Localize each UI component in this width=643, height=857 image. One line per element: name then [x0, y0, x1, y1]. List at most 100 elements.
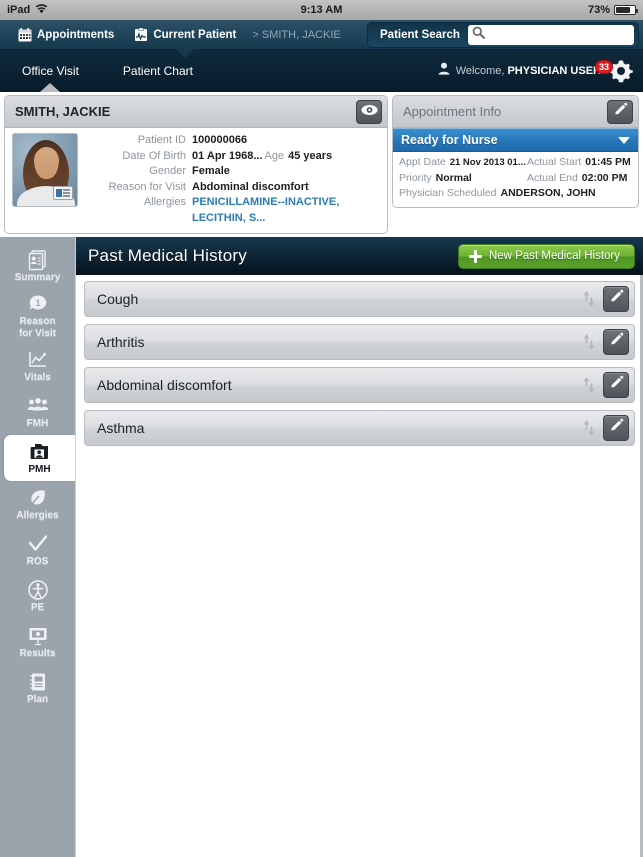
breadcrumb-patient-name: > SMITH, JACKIE: [252, 28, 341, 41]
status-bar-right: 73%: [588, 4, 643, 16]
appointment-card-title: Appointment Info: [403, 104, 502, 119]
search-icon: [472, 26, 485, 44]
sidebar-item-label: Allergies: [16, 510, 59, 521]
main-area: Summary 1 Reason for Visit Vitals FMH PM…: [0, 237, 643, 857]
appointment-card-body: Appt Date 21 Nov 2013 01... Actual Start…: [393, 152, 638, 207]
welcome-user-name: PHYSICIAN USER: [507, 65, 601, 77]
content-header: Past Medical History New Past Medical Hi…: [76, 237, 643, 275]
status-bar-clock: 9:13 AM: [300, 4, 343, 16]
patient-search-input[interactable]: [487, 25, 634, 44]
physician-scheduled-label: Physician Scheduled: [399, 187, 497, 199]
pencil-icon: [609, 418, 624, 438]
pencil-icon: [609, 332, 624, 352]
sidebar-item-plan[interactable]: Plan: [0, 665, 75, 711]
nav-current-patient[interactable]: Current Patient: [124, 20, 246, 58]
field-allergies[interactable]: Allergies PENICILLAMINE--INACTIVE, LECIT…: [88, 195, 381, 226]
allergies-leaf-icon: [27, 487, 49, 509]
past-medical-history-icon: [29, 441, 51, 463]
tab-office-visit-label: Office Visit: [22, 64, 79, 78]
sidebar-item-results[interactable]: Results: [0, 619, 75, 665]
list-item[interactable]: Asthma: [84, 410, 635, 446]
field-label: Reason for Visit: [108, 180, 186, 193]
patient-card-header: SMITH, JACKIE: [5, 96, 387, 128]
patient-search-field[interactable]: [467, 24, 634, 45]
allergies-link[interactable]: PENICILLAMINE--INACTIVE, LECITHIN, S...: [192, 195, 381, 226]
field-value: Female: [192, 165, 230, 177]
view-patient-button[interactable]: [356, 99, 382, 124]
physician-scheduled-value: ANDERSON, JOHN: [500, 187, 596, 199]
sidebar-item-fmh[interactable]: FMH: [0, 389, 75, 435]
notification-badge[interactable]: 33: [594, 60, 613, 74]
appt-date-label: Appt Date: [399, 156, 446, 168]
list-item[interactable]: Arthritis: [84, 324, 635, 360]
sidebar-item-reason-for-visit[interactable]: 1 Reason for Visit: [0, 289, 75, 343]
edit-list-item-button[interactable]: [603, 329, 629, 355]
checkmark-icon: [27, 533, 49, 555]
sidebar-item-allergies[interactable]: Allergies: [0, 481, 75, 527]
field-reason-for-visit: Reason for Visit Abdominal discomfort: [88, 180, 381, 196]
pencil-icon: [609, 289, 624, 309]
appointment-status-label: Ready for Nurse: [401, 133, 498, 147]
new-button-label: New Past Medical History: [488, 250, 620, 262]
person-icon: [438, 62, 450, 80]
sort-updown-icon[interactable]: [582, 375, 596, 395]
results-icon: [27, 625, 49, 647]
caret-down-icon[interactable]: [618, 136, 630, 144]
family-history-icon: [27, 395, 49, 417]
sidebar-item-pe[interactable]: PE: [0, 573, 75, 619]
sidebar-item-label-line2: for Visit: [18, 328, 57, 339]
age-label: Age: [264, 149, 285, 162]
field-value: Abdominal discomfort: [192, 180, 309, 193]
reason-for-visit-icon: 1: [27, 293, 49, 315]
nav-appointments[interactable]: Appointments: [0, 20, 124, 49]
list-item[interactable]: Cough: [84, 281, 635, 317]
sort-updown-icon[interactable]: [582, 289, 596, 309]
sort-updown-icon[interactable]: [582, 418, 596, 438]
patient-photo: [12, 133, 78, 207]
patient-search-label: Patient Search: [380, 28, 460, 41]
vitals-chart-icon: [27, 349, 49, 371]
sidebar-item-pmh[interactable]: PMH: [4, 435, 75, 481]
active-nav-indicator: [176, 49, 195, 58]
list-item-label: Arthritis: [97, 334, 145, 350]
edit-appointment-button[interactable]: [607, 99, 633, 124]
sidebar-item-label: PMH: [28, 464, 51, 475]
patient-fields: Patient ID 100000066 Date Of Birth 01 Ap…: [88, 133, 381, 226]
tab-patient-chart[interactable]: Patient Chart: [101, 50, 215, 92]
list-item-label: Abdominal discomfort: [97, 377, 232, 393]
eye-icon: [361, 103, 378, 121]
appointment-info-card: Appointment Info Ready for Nurse Appt Da…: [392, 95, 639, 208]
welcome-label: Welcome, PHYSICIAN USER: [455, 65, 601, 77]
calendar-icon: [18, 27, 32, 42]
physical-exam-icon: [27, 579, 49, 601]
id-badge-icon: [53, 186, 73, 200]
new-past-medical-history-button[interactable]: New Past Medical History: [457, 243, 635, 269]
patient-info-card: SMITH, JACKIE Patient ID 100000066 Date …: [4, 95, 388, 234]
sidebar-item-label: PE: [30, 602, 45, 613]
plus-icon: [468, 249, 482, 263]
list-item-label: Asthma: [97, 420, 145, 436]
tab-office-visit[interactable]: Office Visit: [0, 50, 101, 92]
section-tab-bar: Office Visit Patient Chart Welcome, PHYS…: [0, 50, 643, 92]
sort-updown-icon[interactable]: [582, 332, 596, 352]
appointment-row: Physician Scheduled ANDERSON, JOHN: [399, 186, 632, 202]
list-item[interactable]: Abdominal discomfort: [84, 367, 635, 403]
appointment-status-bar[interactable]: Ready for Nurse: [393, 128, 638, 152]
field-label: Patient ID: [137, 134, 186, 146]
patient-search-container[interactable]: Patient Search: [367, 21, 639, 48]
pencil-icon: [613, 102, 628, 122]
edit-list-item-button[interactable]: [603, 286, 629, 312]
appointment-row: Appt Date 21 Nov 2013 01... Actual Start…: [399, 155, 632, 171]
edit-list-item-button[interactable]: [603, 415, 629, 441]
list-item-label: Cough: [97, 291, 139, 307]
user-welcome-block: Welcome, PHYSICIAN USER 33: [438, 57, 643, 85]
sidebar-item-label-line1: Reason: [19, 316, 56, 327]
sidebar-item-vitals[interactable]: Vitals: [0, 343, 75, 389]
past-medical-history-list: Cough Arthritis Abdominal discomfort Ast…: [76, 275, 643, 857]
sidebar-item-label: Results: [19, 648, 56, 659]
sidebar-item-summary[interactable]: Summary: [0, 243, 75, 289]
summary-icon: [27, 249, 49, 271]
sidebar-item-ros[interactable]: ROS: [0, 527, 75, 573]
edit-list-item-button[interactable]: [603, 372, 629, 398]
patient-header-cards: SMITH, JACKIE Patient ID 100000066 Date …: [0, 92, 643, 237]
